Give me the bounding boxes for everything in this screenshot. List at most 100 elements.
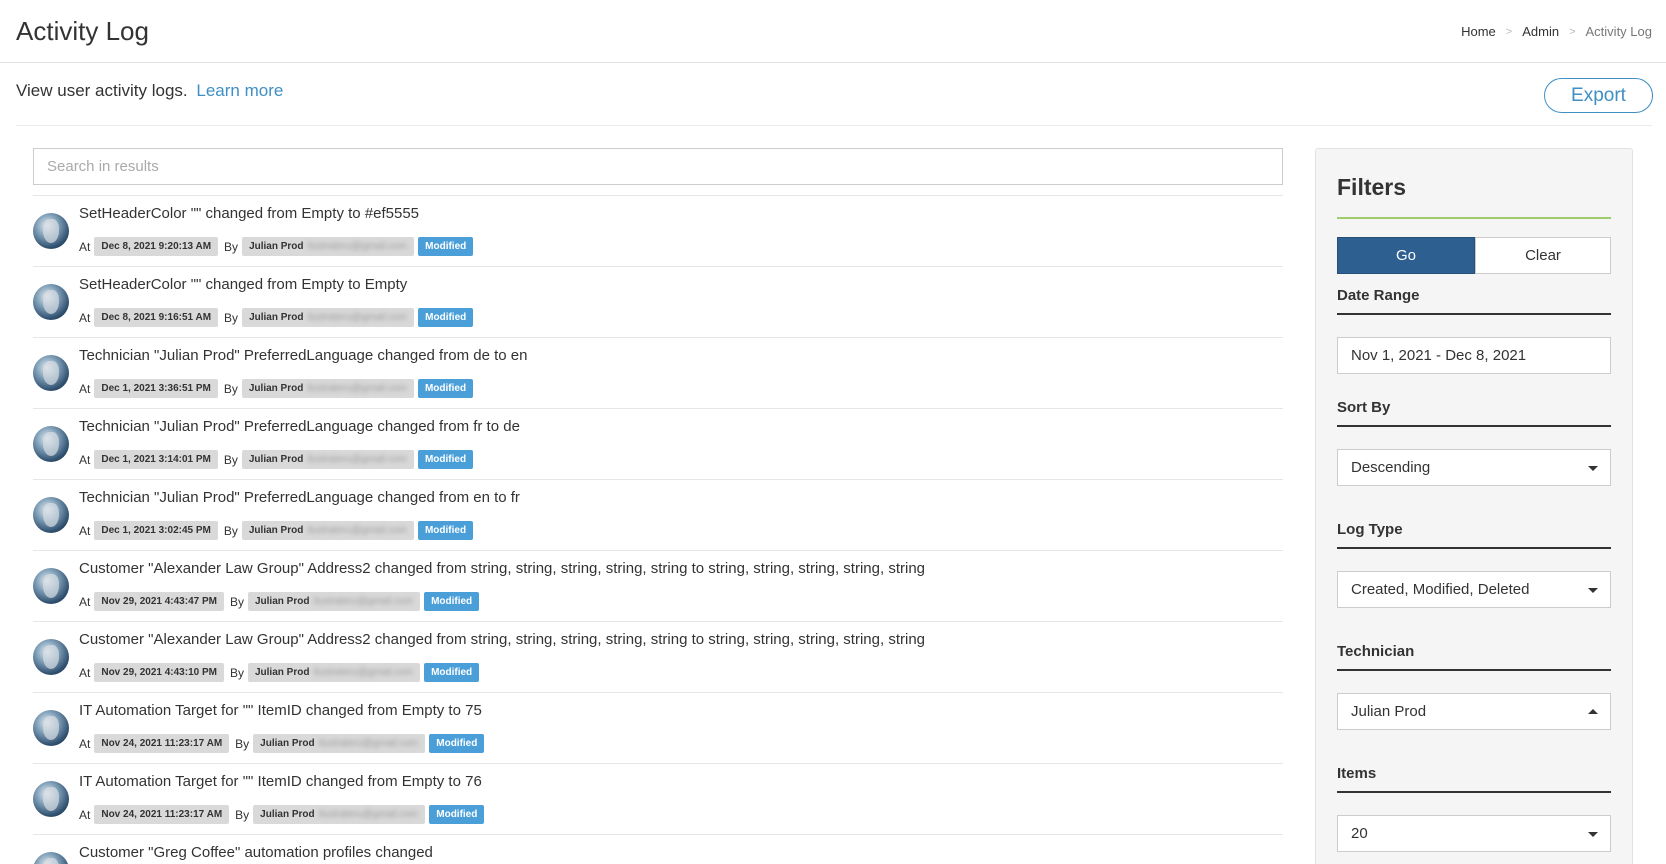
top-bar: Activity Log Home > Admin > Activity Log bbox=[0, 0, 1666, 63]
breadcrumb-current: Activity Log bbox=[1585, 24, 1652, 39]
items-value: 20 bbox=[1351, 825, 1368, 842]
log-entry: SetHeaderColor "" changed from Empty to … bbox=[33, 266, 1283, 337]
log-message: IT Automation Target for "" ItemID chang… bbox=[79, 702, 482, 719]
status-badge: Modified bbox=[424, 592, 480, 611]
log-meta: At Nov 24, 2021 11:23:17 AM By Julian Prod i… bbox=[79, 805, 485, 824]
log-user: Julian Prod ilustrateru@gmail.com bbox=[247, 663, 421, 682]
clear-button[interactable]: Clear bbox=[1475, 237, 1611, 274]
page-title: Activity Log bbox=[16, 16, 149, 46]
log-message: Technician "Julian Prod" PreferredLangua… bbox=[79, 489, 520, 506]
filters-divider bbox=[1337, 217, 1611, 219]
log-date: Dec 8, 2021 9:16:51 AM bbox=[94, 308, 219, 327]
log-meta: At Dec 1, 2021 3:02:45 PM By Julian Prod ilu… bbox=[79, 521, 474, 540]
log-user-email: ilustrateru@gmail.com bbox=[307, 525, 407, 536]
chevron-down-icon bbox=[1588, 588, 1598, 593]
by-label: By bbox=[223, 523, 238, 538]
log-date: Nov 29, 2021 4:43:47 PM bbox=[94, 592, 224, 611]
by-label: By bbox=[235, 736, 250, 751]
log-user-name: Julian Prod bbox=[260, 738, 315, 749]
log-type-select[interactable]: Created, Modified, Deleted bbox=[1337, 571, 1611, 608]
breadcrumb-home[interactable]: Home bbox=[1461, 24, 1496, 39]
log-user-name: Julian Prod bbox=[248, 454, 304, 465]
log-user-name: Julian Prod bbox=[249, 241, 304, 252]
by-label: By bbox=[235, 807, 250, 822]
divider bbox=[16, 125, 1652, 126]
date-range-value: Nov 1, 2021 - Dec 8, 2021 bbox=[1351, 347, 1527, 364]
log-entry: SetHeaderColor "" changed from Empty to … bbox=[33, 195, 1283, 266]
log-meta: At Nov 29, 2021 4:43:10 PM By Julian Prod il… bbox=[79, 663, 480, 682]
sort-by-label: Sort By bbox=[1337, 399, 1611, 427]
log-meta: At Dec 8, 2021 9:16:51 AM By Julian Prod ilu… bbox=[79, 308, 474, 327]
log-message: SetHeaderColor "" changed from Empty to … bbox=[79, 276, 408, 293]
go-button[interactable]: Go bbox=[1337, 237, 1475, 274]
log-message: Technician "Julian Prod" PreferredLangua… bbox=[79, 418, 520, 435]
log-entry: Technician "Julian Prod" PreferredLangua… bbox=[33, 337, 1283, 408]
log-date: Nov 24, 2021 11:23:17 AM bbox=[94, 734, 230, 753]
learn-more-link[interactable]: Learn more bbox=[196, 81, 283, 100]
log-meta: At Dec 1, 2021 3:14:01 PM By Julian Prod ilu… bbox=[79, 450, 474, 469]
avatar bbox=[33, 568, 69, 604]
log-message: Customer "Greg Coffee" automation profil… bbox=[79, 844, 433, 861]
by-label: By bbox=[229, 594, 244, 609]
log-user-name: Julian Prod bbox=[249, 312, 304, 323]
export-button[interactable]: Export bbox=[1544, 78, 1653, 113]
items-select[interactable]: 20 bbox=[1337, 815, 1611, 852]
log-type-label: Log Type bbox=[1337, 521, 1611, 549]
breadcrumb: Home > Admin > Activity Log bbox=[1461, 24, 1652, 39]
log-user: Julian Prod ilustrateru@gmail.com bbox=[253, 734, 426, 753]
by-label: By bbox=[224, 239, 239, 254]
chevron-down-icon bbox=[1588, 832, 1598, 837]
log-date: Dec 1, 2021 3:14:01 PM bbox=[94, 450, 218, 469]
filters-title: Filters bbox=[1337, 174, 1407, 200]
technician-value: Julian Prod bbox=[1351, 703, 1427, 720]
technician-label: Technician bbox=[1337, 643, 1611, 671]
avatar bbox=[33, 355, 69, 391]
avatar bbox=[33, 213, 69, 249]
by-label: By bbox=[223, 452, 238, 467]
log-meta: At Dec 8, 2021 9:20:13 AM By Julian Prod ilu… bbox=[79, 237, 474, 256]
log-entry: Customer "Greg Coffee" automation profil… bbox=[33, 834, 1283, 864]
at-label: At bbox=[79, 665, 91, 680]
log-user-name: Julian Prod bbox=[248, 525, 304, 536]
at-label: At bbox=[79, 523, 91, 538]
search-input[interactable] bbox=[33, 148, 1283, 185]
log-user: Julian Prod ilustrateru@gmail.com bbox=[241, 450, 414, 469]
log-user-name: Julian Prod bbox=[254, 596, 310, 607]
by-label: By bbox=[229, 665, 244, 680]
at-label: At bbox=[79, 381, 91, 396]
by-label: By bbox=[223, 381, 238, 396]
log-user-email: ilustrateru@gmail.com bbox=[307, 383, 407, 394]
items-label: Items bbox=[1337, 765, 1611, 793]
by-label: By bbox=[224, 310, 239, 325]
log-user: Julian Prod ilustrateru@gmail.com bbox=[241, 379, 414, 398]
log-user-email: ilustrateru@gmail.com bbox=[313, 596, 414, 607]
status-badge: Modified bbox=[418, 308, 474, 327]
log-message: SetHeaderColor "" changed from Empty to … bbox=[79, 205, 420, 222]
chevron-up-icon bbox=[1588, 709, 1598, 714]
at-label: At bbox=[79, 452, 91, 467]
log-user: Julian Prod ilustrateru@gmail.com bbox=[247, 592, 421, 611]
log-user-email: ilustrateru@gmail.com bbox=[307, 454, 407, 465]
breadcrumb-separator: > bbox=[1505, 25, 1513, 38]
status-badge: Modified bbox=[417, 450, 474, 469]
date-range-input[interactable]: Nov 1, 2021 - Dec 8, 2021 bbox=[1337, 337, 1611, 374]
log-message: Technician "Julian Prod" PreferredLangua… bbox=[79, 347, 528, 364]
breadcrumb-admin[interactable]: Admin bbox=[1522, 24, 1559, 39]
log-message: Customer "Alexander Law Group" Address2 … bbox=[79, 560, 926, 577]
status-badge: Modified bbox=[424, 663, 480, 682]
avatar bbox=[33, 284, 69, 320]
filters-panel: Filters Go Clear Date Range Nov 1, 2021 … bbox=[1315, 148, 1633, 864]
log-user-email: ilustrateru@gmail.com bbox=[318, 738, 419, 749]
technician-select[interactable]: Julian Prod bbox=[1337, 693, 1611, 730]
status-badge: Modified bbox=[417, 379, 474, 398]
log-user-name: Julian Prod bbox=[254, 667, 310, 678]
sort-by-select[interactable]: Descending bbox=[1337, 449, 1611, 486]
at-label: At bbox=[79, 239, 91, 254]
status-badge: Modified bbox=[429, 805, 485, 824]
log-date: Nov 29, 2021 4:43:10 PM bbox=[94, 663, 224, 682]
log-message: IT Automation Target for "" ItemID chang… bbox=[79, 773, 482, 790]
log-type-value: Created, Modified, Deleted bbox=[1351, 581, 1530, 598]
log-meta: At Nov 24, 2021 11:23:17 AM By Julian Prod i… bbox=[79, 734, 485, 753]
at-label: At bbox=[79, 310, 91, 325]
log-entry: IT Automation Target for "" ItemID chang… bbox=[33, 763, 1283, 834]
